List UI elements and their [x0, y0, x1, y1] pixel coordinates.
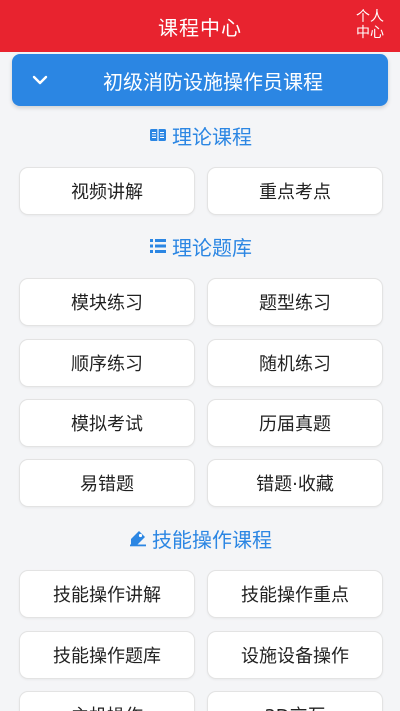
- section-header-theory-course: 理论课程: [0, 120, 400, 150]
- top-bar: 课程中心 个人中心: [0, 0, 400, 52]
- tile-random-practice[interactable]: 随机练习: [207, 339, 383, 387]
- tile-skill-question-bank[interactable]: 技能操作题库: [19, 631, 195, 679]
- tile-past-exams[interactable]: 历届真题: [207, 399, 383, 447]
- tile-video-explain[interactable]: 视频讲解: [19, 167, 195, 215]
- section-title: 技能操作课程: [152, 527, 272, 552]
- chevron-down-icon: [32, 75, 48, 85]
- tile-key-points[interactable]: 重点考点: [207, 167, 383, 215]
- page-title: 课程中心: [158, 15, 242, 40]
- book-icon: [150, 129, 166, 141]
- course-selector[interactable]: 初级消防设施操作员课程: [12, 54, 388, 106]
- tile-mistakes-favorites[interactable]: 错题·收藏: [207, 459, 383, 507]
- tile-mock-exam[interactable]: 模拟考试: [19, 399, 195, 447]
- tool-icon: [130, 531, 146, 547]
- section-title: 理论题库: [172, 235, 252, 260]
- app-screen: 课程中心 个人中心 初级消防设施操作员课程 理论课程 视频讲解 重点考点 理论题…: [0, 0, 400, 711]
- tile-skill-explain[interactable]: 技能操作讲解: [19, 570, 195, 618]
- section-header-theory-bank: 理论题库: [0, 231, 400, 261]
- personal-center-button[interactable]: 个人中心: [352, 9, 388, 41]
- tile-skill-key-points[interactable]: 技能操作重点: [207, 570, 383, 618]
- course-title: 初级消防设施操作员课程: [103, 69, 323, 94]
- list-icon: [150, 239, 166, 253]
- section-title: 理论课程: [172, 124, 252, 149]
- tile-host-operation[interactable]: 主机操作: [19, 691, 195, 711]
- tile-3d-interaction[interactable]: 3D交互: [207, 691, 383, 711]
- tile-error-prone[interactable]: 易错题: [19, 459, 195, 507]
- tile-question-type-practice[interactable]: 题型练习: [207, 278, 383, 326]
- tile-equipment-operation[interactable]: 设施设备操作: [207, 631, 383, 679]
- tile-module-practice[interactable]: 模块练习: [19, 278, 195, 326]
- section-header-skill-course: 技能操作课程: [0, 523, 400, 553]
- tile-sequential-practice[interactable]: 顺序练习: [19, 339, 195, 387]
